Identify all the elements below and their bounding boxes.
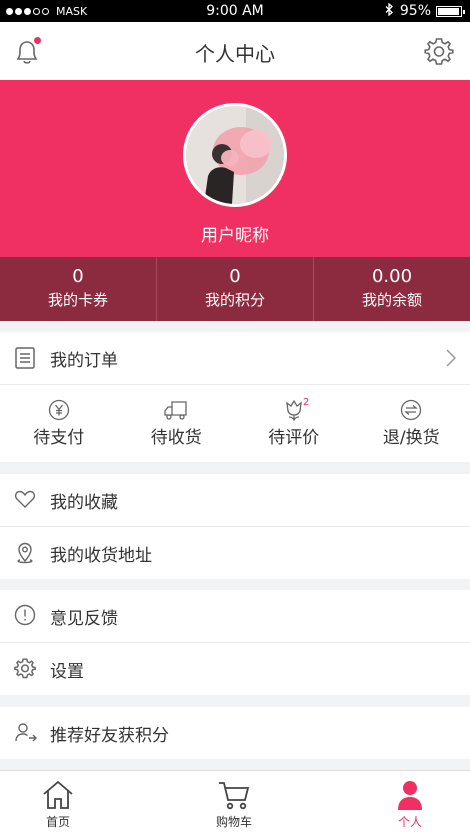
tab-label: 购物车 — [215, 815, 252, 829]
favorites-label: 我的收藏 — [50, 493, 118, 513]
address-row[interactable]: 我的收货地址 — [0, 527, 470, 579]
battery-percent: 95% — [399, 3, 431, 19]
order-pending-payment[interactable]: 待支付 — [0, 385, 118, 462]
stat-label: 我的积分 — [204, 291, 265, 309]
stat-value: 0 — [229, 266, 241, 287]
order-returns[interactable]: 退/换货 — [353, 385, 470, 462]
stat-label: 我的余额 — [361, 291, 422, 309]
tab-home[interactable]: 首页 — [13, 771, 103, 830]
address-label: 我的收货地址 — [50, 546, 152, 566]
tab-cart[interactable]: 购物车 — [189, 771, 279, 830]
person-icon — [365, 779, 455, 811]
referral-row[interactable]: 推荐好友获积分 — [0, 707, 470, 759]
stat-points[interactable]: 0 我的积分 — [157, 257, 314, 321]
alert-circle-icon — [14, 604, 36, 630]
user-nickname[interactable]: 用户昵称 — [0, 221, 470, 246]
order-status-label: 待评价 — [268, 428, 320, 448]
top-nav-bar: 个人中心 — [0, 22, 470, 80]
flower-icon — [235, 399, 353, 422]
review-count-badge: 2 — [303, 397, 310, 408]
tab-label: 首页 — [45, 815, 70, 829]
order-status-label: 待支付 — [33, 428, 85, 448]
favorites-row[interactable]: 我的收藏 — [0, 474, 470, 526]
order-status-bar: 待支付 待收货 2 待评价 退/换货 — [0, 385, 470, 462]
exchange-icon — [353, 399, 470, 421]
settings-row[interactable]: 设置 — [0, 643, 470, 695]
order-pending-review[interactable]: 2 待评价 — [235, 385, 353, 462]
tab-profile[interactable]: 个人 — [365, 771, 455, 830]
settings-label: 设置 — [50, 662, 84, 682]
stat-coupons[interactable]: 0 我的卡券 — [0, 257, 157, 321]
order-status-label: 退/换货 — [382, 428, 440, 448]
home-icon — [13, 779, 103, 811]
my-orders-label: 我的订单 — [50, 351, 118, 371]
location-pin-icon — [14, 541, 36, 569]
gear-icon — [14, 657, 36, 683]
page-title: 个人中心 — [195, 42, 275, 66]
bluetooth-icon — [385, 2, 394, 20]
order-list-icon — [14, 346, 36, 374]
cart-icon — [189, 779, 279, 811]
truck-icon — [118, 399, 236, 421]
chevron-right-icon — [446, 349, 457, 371]
avatar[interactable] — [183, 103, 287, 207]
order-pending-receipt[interactable]: 待收货 — [118, 385, 236, 462]
heart-icon — [14, 488, 36, 514]
bottom-tab-bar: 首页 购物车 个人 — [0, 770, 470, 836]
feedback-label: 意见反馈 — [50, 609, 118, 629]
my-orders-row[interactable]: 我的订单 — [0, 332, 470, 384]
stat-value: 0 — [72, 266, 84, 287]
feedback-row[interactable]: 意见反馈 — [0, 590, 470, 642]
tab-label: 个人 — [397, 815, 422, 829]
referral-label: 推荐好友获积分 — [50, 726, 169, 746]
status-bar: MASK 9:00 AM 95% — [0, 0, 470, 22]
order-status-label: 待收货 — [150, 428, 202, 448]
battery-icon — [436, 5, 465, 17]
profile-header: 用户昵称 — [0, 80, 470, 257]
gear-icon[interactable] — [424, 36, 454, 70]
account-stats: 0 我的卡券 0 我的积分 0.00 我的余额 — [0, 257, 470, 321]
invite-user-icon — [14, 721, 38, 747]
stat-label: 我的卡券 — [47, 291, 108, 309]
stat-value: 0.00 — [371, 266, 413, 287]
stat-balance[interactable]: 0.00 我的余额 — [314, 257, 470, 321]
yen-icon — [0, 399, 118, 421]
